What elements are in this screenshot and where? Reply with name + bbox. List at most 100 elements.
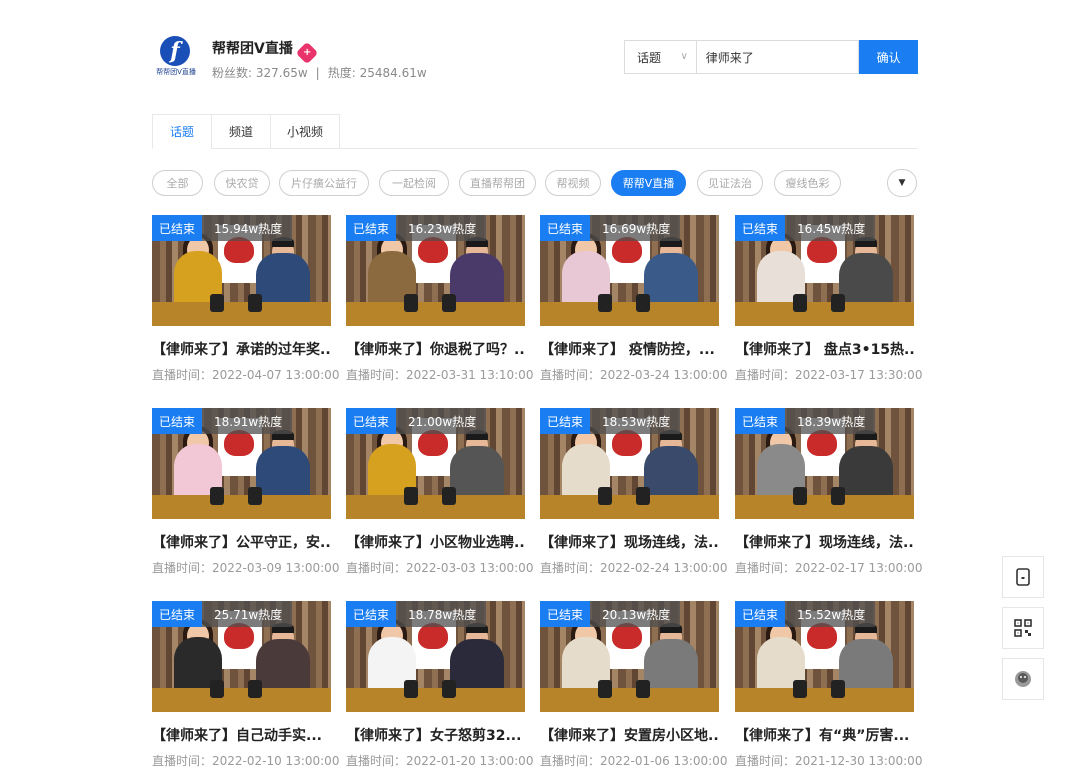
channel-logo[interactable]: f 帮帮团V直播 <box>154 36 198 76</box>
video-thumbnail[interactable]: 已结束 21.00w热度 <box>346 408 525 519</box>
video-thumbnail[interactable]: 已结束 16.69w热度 <box>540 215 719 326</box>
heat-badge: 16.69w热度 <box>590 215 681 241</box>
microphone-icon <box>210 487 224 505</box>
video-title[interactable]: 【律师来了】自己动手实... <box>152 726 331 746</box>
avatar-icon <box>1015 671 1031 687</box>
video-title[interactable]: 【律师来了】你退税了吗？... <box>346 340 525 360</box>
video-thumbnail[interactable]: 已结束 18.91w热度 <box>152 408 331 519</box>
video-thumbnail[interactable]: 已结束 18.78w热度 <box>346 601 525 712</box>
broadcast-time: 直播时间：2022-03-24 13:00:00 <box>540 368 728 382</box>
video-thumbnail[interactable]: 已结束 18.39w热度 <box>735 408 914 519</box>
desk <box>346 688 525 712</box>
expand-chips-button[interactable]: ▼ <box>887 169 917 197</box>
tab-channels[interactable]: 频道 <box>211 114 271 149</box>
microphone-icon <box>248 680 262 698</box>
status-overlay: 已结束 20.13w热度 <box>540 601 681 627</box>
video-thumbnail[interactable]: 已结束 15.52w热度 <box>735 601 914 712</box>
chip-review[interactable]: 一起检阅 <box>379 170 449 196</box>
status-overlay: 已结束 16.45w热度 <box>735 215 876 241</box>
video-card[interactable]: 已结束 16.23w热度 【律师来了】你退税了吗？... 直播时间：2022-03-3… <box>346 215 533 383</box>
video-card[interactable]: 已结束 15.94w热度 【律师来了】承诺的过年奖... 直播时间：2022-04-0… <box>152 215 339 383</box>
microphone-icon <box>248 487 262 505</box>
video-thumbnail[interactable]: 已结束 25.71w热度 <box>152 601 331 712</box>
chip-pianzaihuang[interactable]: 片仔癀公益行 <box>279 170 369 196</box>
video-title[interactable]: 【律师来了】小区物业选聘... <box>346 533 525 553</box>
video-card[interactable]: 已结束 20.13w热度【律师来了】安置房小区地... 直播时间：2022-01-0… <box>540 601 728 769</box>
video-title[interactable]: 【律师来了】公平守正，安... <box>152 533 331 553</box>
video-card[interactable]: 已结束 18.39w热度 【律师来了】现场连线，法... 直播时间：2022-02-1… <box>735 408 922 576</box>
avatar-button[interactable] <box>1002 658 1044 700</box>
status-badge: 已结束 <box>346 408 397 434</box>
video-title[interactable]: 【律师来了】有“典”厉害... <box>735 726 914 746</box>
status-overlay: 已结束 25.71w热度 <box>152 601 293 627</box>
video-title[interactable]: 【律师来了】安置房小区地... <box>540 726 719 746</box>
search-input[interactable] <box>695 40 860 74</box>
microphone-icon <box>210 294 224 312</box>
video-thumbnail[interactable]: 已结束 16.23w热度 <box>346 215 525 326</box>
microphone-icon <box>636 680 650 698</box>
microphone-icon <box>442 487 456 505</box>
status-overlay: 已结束 18.53w热度 <box>540 408 681 434</box>
desk <box>152 495 331 519</box>
video-card[interactable]: 已结束 25.71w热度【律师来了】自己动手实... 直播时间：2022-02-10… <box>152 601 340 769</box>
chip-kuainongdai[interactable]: 快农贷 <box>214 170 270 196</box>
video-card[interactable]: 已结束 18.53w热度【律师来了】现场连线，法... 直播时间：2022-02-2… <box>540 408 728 576</box>
chip-live-helpers[interactable]: 直播帮帮团 <box>459 170 536 196</box>
desk <box>540 688 719 712</box>
heat-badge: 18.78w热度 <box>396 601 487 627</box>
verified-badge-icon: + <box>295 41 319 65</box>
video-title[interactable]: 【律师来了】 盘点3•15热... <box>735 340 914 360</box>
phone-icon <box>1016 568 1030 586</box>
broadcast-time: 直播时间：2022-02-10 13:00:00 <box>152 754 340 768</box>
video-thumbnail[interactable]: 已结束 20.13w热度 <box>540 601 719 712</box>
video-thumbnail[interactable]: 已结束 15.94w热度 <box>152 215 331 326</box>
video-title[interactable]: 【律师来了】现场连线，法... <box>540 533 719 553</box>
desk <box>540 495 719 519</box>
mobile-button[interactable] <box>1002 556 1044 598</box>
heat-badge: 16.23w热度 <box>396 215 487 241</box>
tab-topics[interactable]: 话题 <box>152 114 212 149</box>
fans-count: 粉丝数: 327.65w <box>212 66 308 80</box>
search-category-select[interactable]: 话题 ∨ <box>624 40 696 74</box>
chip-color[interactable]: 瘦线色彩 <box>774 170 841 196</box>
broadcast-time: 直播时间：2022-01-06 13:00:00 <box>540 754 728 768</box>
stats-separator: | <box>315 66 320 80</box>
video-thumbnail[interactable]: 已结束 16.45w热度 <box>735 215 914 326</box>
status-overlay: 已结束 18.78w热度 <box>346 601 487 627</box>
chip-bangbang-v-live[interactable]: 帮帮V直播 <box>611 170 686 196</box>
status-badge: 已结束 <box>346 601 397 627</box>
video-thumbnail[interactable]: 已结束 18.53w热度 <box>540 408 719 519</box>
microphone-icon <box>404 294 418 312</box>
tab-short-videos[interactable]: 小视频 <box>270 114 340 149</box>
video-title[interactable]: 【律师来了】承诺的过年奖... <box>152 340 331 360</box>
heat-badge: 20.13w热度 <box>590 601 681 627</box>
chip-all[interactable]: 全部 <box>152 170 203 196</box>
video-title[interactable]: 【律师来了】 疫情防控，... <box>540 340 719 360</box>
video-card[interactable]: 已结束 15.52w热度 【律师来了】有“典”厉害... 直播时间：2021-12-3… <box>735 601 922 769</box>
microphone-icon <box>598 680 612 698</box>
microphone-icon <box>598 487 612 505</box>
logo-icon: f <box>160 36 190 66</box>
status-badge: 已结束 <box>540 215 591 241</box>
confirm-button[interactable]: 确认 <box>859 40 918 74</box>
qr-code-button[interactable] <box>1002 607 1044 649</box>
video-card[interactable]: 已结束 18.78w热度 【律师来了】女子怒剪32... 直播时间：2022-01-2… <box>346 601 533 769</box>
search-category-value: 话题 <box>637 50 662 65</box>
chip-witness-law[interactable]: 见证法治 <box>697 170 763 196</box>
desk <box>540 302 719 326</box>
desk <box>735 495 914 519</box>
desk <box>735 688 914 712</box>
video-title[interactable]: 【律师来了】女子怒剪32... <box>346 726 525 746</box>
status-badge: 已结束 <box>735 215 786 241</box>
heat-badge: 18.39w热度 <box>785 408 876 434</box>
video-title[interactable]: 【律师来了】现场连线，法... <box>735 533 914 553</box>
video-card[interactable]: 已结束 21.00w热度 【律师来了】小区物业选聘... 直播时间：2022-03-0… <box>346 408 533 576</box>
video-card[interactable]: 已结束 16.45w热度 【律师来了】 盘点3•15热... 直播时间：2022-03… <box>735 215 922 383</box>
video-card[interactable]: 已结束 16.69w热度【律师来了】 疫情防控，... 直播时间：2022-03-2… <box>540 215 728 383</box>
broadcast-time: 直播时间：2022-02-24 13:00:00 <box>540 561 728 575</box>
caret-down-icon: ▼ <box>898 178 906 188</box>
status-badge: 已结束 <box>152 215 203 241</box>
status-overlay: 已结束 15.52w热度 <box>735 601 876 627</box>
chip-help-video[interactable]: 帮视频 <box>545 170 601 196</box>
video-card[interactable]: 已结束 18.91w热度 【律师来了】公平守正，安... 直播时间：2022-03-0… <box>152 408 339 576</box>
